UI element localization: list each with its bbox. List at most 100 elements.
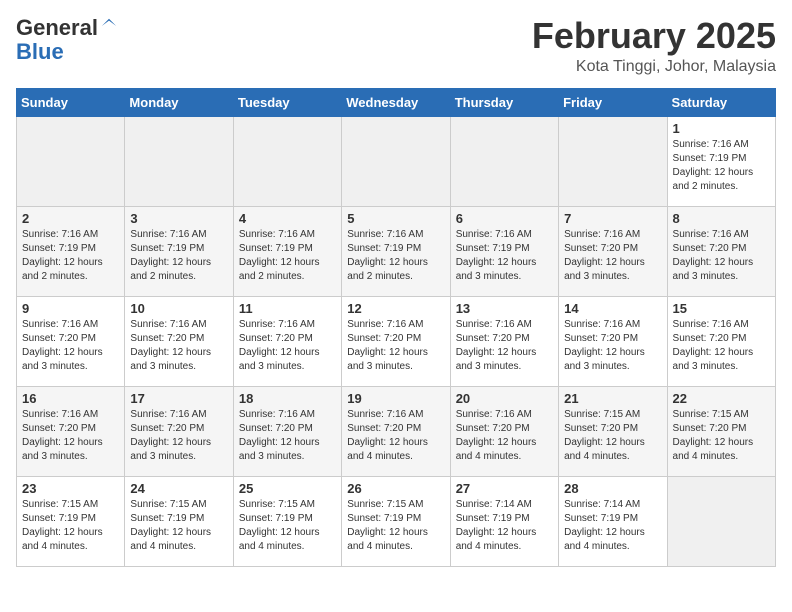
calendar-cell: 15 Sunrise: 7:16 AM Sunset: 7:20 PM Dayli… [667,296,775,386]
weekday-header-saturday: Saturday [667,88,775,116]
calendar-cell: 27 Sunrise: 7:14 AM Sunset: 7:19 PM Dayli… [450,476,558,566]
page-header: General Blue February 2025 Kota Tinggi, … [16,16,776,76]
day-number: 6 [456,211,553,226]
calendar-cell: 2 Sunrise: 7:16 AM Sunset: 7:19 PM Daylig… [17,206,125,296]
calendar-cell [450,116,558,206]
day-number: 27 [456,481,553,496]
day-number: 9 [22,301,119,316]
calendar-week-1: 2 Sunrise: 7:16 AM Sunset: 7:19 PM Daylig… [17,206,776,296]
calendar-cell [17,116,125,206]
day-info: Sunrise: 7:15 AM Sunset: 7:19 PM Dayligh… [22,498,119,554]
day-info: Sunrise: 7:16 AM Sunset: 7:19 PM Dayligh… [673,138,770,194]
day-info: Sunrise: 7:16 AM Sunset: 7:20 PM Dayligh… [239,318,336,374]
calendar-table: SundayMondayTuesdayWednesdayThursdayFrid… [16,88,776,567]
day-info: Sunrise: 7:16 AM Sunset: 7:20 PM Dayligh… [239,408,336,464]
calendar-cell: 20 Sunrise: 7:16 AM Sunset: 7:20 PM Dayli… [450,386,558,476]
day-number: 15 [673,301,770,316]
calendar-cell: 28Sunrise: 7:14 AM Sunset: 7:19 PM Dayli… [559,476,667,566]
day-info: Sunrise: 7:16 AM Sunset: 7:20 PM Dayligh… [347,318,444,374]
calendar-week-3: 16 Sunrise: 7:16 AM Sunset: 7:20 PM Dayli… [17,386,776,476]
logo-general-text: General [16,15,98,40]
calendar-cell: 5 Sunrise: 7:16 AM Sunset: 7:19 PM Daylig… [342,206,450,296]
calendar-cell [233,116,341,206]
day-number: 18 [239,391,336,406]
day-number: 12 [347,301,444,316]
weekday-header-thursday: Thursday [450,88,558,116]
day-number: 19 [347,391,444,406]
day-info: Sunrise: 7:15 AM Sunset: 7:19 PM Dayligh… [130,498,227,554]
day-number: 8 [673,211,770,226]
calendar-cell [667,476,775,566]
weekday-header-tuesday: Tuesday [233,88,341,116]
calendar-cell: 9 Sunrise: 7:16 AM Sunset: 7:20 PM Daylig… [17,296,125,386]
calendar-cell: 24 Sunrise: 7:15 AM Sunset: 7:19 PM Dayli… [125,476,233,566]
day-info: Sunrise: 7:16 AM Sunset: 7:20 PM Dayligh… [456,318,553,374]
day-info: Sunrise: 7:16 AM Sunset: 7:20 PM Dayligh… [22,318,119,374]
day-number: 7 [564,211,661,226]
calendar-cell: 19Sunrise: 7:16 AM Sunset: 7:20 PM Dayli… [342,386,450,476]
day-number: 4 [239,211,336,226]
calendar-cell: 14 Sunrise: 7:16 AM Sunset: 7:20 PM Dayli… [559,296,667,386]
day-info: Sunrise: 7:16 AM Sunset: 7:20 PM Dayligh… [130,318,227,374]
calendar-cell: 7Sunrise: 7:16 AM Sunset: 7:20 PM Daylig… [559,206,667,296]
calendar-cell: 17 Sunrise: 7:16 AM Sunset: 7:20 PM Dayli… [125,386,233,476]
day-info: Sunrise: 7:14 AM Sunset: 7:19 PM Dayligh… [456,498,553,554]
day-number: 17 [130,391,227,406]
calendar-cell: 25 Sunrise: 7:15 AM Sunset: 7:19 PM Dayli… [233,476,341,566]
day-info: Sunrise: 7:16 AM Sunset: 7:19 PM Dayligh… [239,228,336,284]
day-number: 14 [564,301,661,316]
day-info: Sunrise: 7:16 AM Sunset: 7:20 PM Dayligh… [673,228,770,284]
weekday-header-row: SundayMondayTuesdayWednesdayThursdayFrid… [17,88,776,116]
calendar-cell: 3Sunrise: 7:16 AM Sunset: 7:19 PM Daylig… [125,206,233,296]
day-number: 26 [347,481,444,496]
calendar-cell: 4 Sunrise: 7:16 AM Sunset: 7:19 PM Daylig… [233,206,341,296]
day-number: 24 [130,481,227,496]
logo-icon [100,17,118,35]
day-number: 21 [564,391,661,406]
day-info: Sunrise: 7:16 AM Sunset: 7:19 PM Dayligh… [347,228,444,284]
day-info: Sunrise: 7:16 AM Sunset: 7:19 PM Dayligh… [456,228,553,284]
calendar-cell: 10Sunrise: 7:16 AM Sunset: 7:20 PM Dayli… [125,296,233,386]
day-number: 3 [130,211,227,226]
day-info: Sunrise: 7:15 AM Sunset: 7:19 PM Dayligh… [239,498,336,554]
title-block: February 2025 Kota Tinggi, Johor, Malays… [532,16,776,76]
day-info: Sunrise: 7:16 AM Sunset: 7:20 PM Dayligh… [564,318,661,374]
day-number: 13 [456,301,553,316]
calendar-cell: 23 Sunrise: 7:15 AM Sunset: 7:19 PM Dayli… [17,476,125,566]
calendar-body: 1Sunrise: 7:16 AM Sunset: 7:19 PM Daylig… [17,116,776,566]
calendar-cell: 6 Sunrise: 7:16 AM Sunset: 7:19 PM Daylig… [450,206,558,296]
calendar-cell: 22 Sunrise: 7:15 AM Sunset: 7:20 PM Dayli… [667,386,775,476]
calendar-week-0: 1Sunrise: 7:16 AM Sunset: 7:19 PM Daylig… [17,116,776,206]
logo-blue-text: Blue [16,39,64,64]
day-info: Sunrise: 7:16 AM Sunset: 7:20 PM Dayligh… [22,408,119,464]
day-info: Sunrise: 7:16 AM Sunset: 7:20 PM Dayligh… [456,408,553,464]
logo: General Blue [16,16,118,64]
calendar-header: SundayMondayTuesdayWednesdayThursdayFrid… [17,88,776,116]
day-number: 20 [456,391,553,406]
location-text: Kota Tinggi, Johor, Malaysia [532,58,776,76]
day-number: 23 [22,481,119,496]
day-number: 11 [239,301,336,316]
day-info: Sunrise: 7:15 AM Sunset: 7:20 PM Dayligh… [564,408,661,464]
calendar-cell: 18 Sunrise: 7:16 AM Sunset: 7:20 PM Dayli… [233,386,341,476]
day-info: Sunrise: 7:15 AM Sunset: 7:20 PM Dayligh… [673,408,770,464]
weekday-header-wednesday: Wednesday [342,88,450,116]
day-number: 22 [673,391,770,406]
calendar-cell [559,116,667,206]
day-info: Sunrise: 7:16 AM Sunset: 7:20 PM Dayligh… [673,318,770,374]
day-number: 5 [347,211,444,226]
day-number: 25 [239,481,336,496]
calendar-cell: 8 Sunrise: 7:16 AM Sunset: 7:20 PM Daylig… [667,206,775,296]
day-info: Sunrise: 7:16 AM Sunset: 7:20 PM Dayligh… [130,408,227,464]
day-info: Sunrise: 7:15 AM Sunset: 7:19 PM Dayligh… [347,498,444,554]
weekday-header-monday: Monday [125,88,233,116]
calendar-cell: 11 Sunrise: 7:16 AM Sunset: 7:20 PM Dayli… [233,296,341,386]
day-number: 2 [22,211,119,226]
calendar-week-4: 23 Sunrise: 7:15 AM Sunset: 7:19 PM Dayli… [17,476,776,566]
weekday-header-sunday: Sunday [17,88,125,116]
day-number: 16 [22,391,119,406]
calendar-cell [342,116,450,206]
calendar-cell: 1Sunrise: 7:16 AM Sunset: 7:19 PM Daylig… [667,116,775,206]
day-info: Sunrise: 7:16 AM Sunset: 7:19 PM Dayligh… [22,228,119,284]
calendar-cell: 26 Sunrise: 7:15 AM Sunset: 7:19 PM Dayli… [342,476,450,566]
